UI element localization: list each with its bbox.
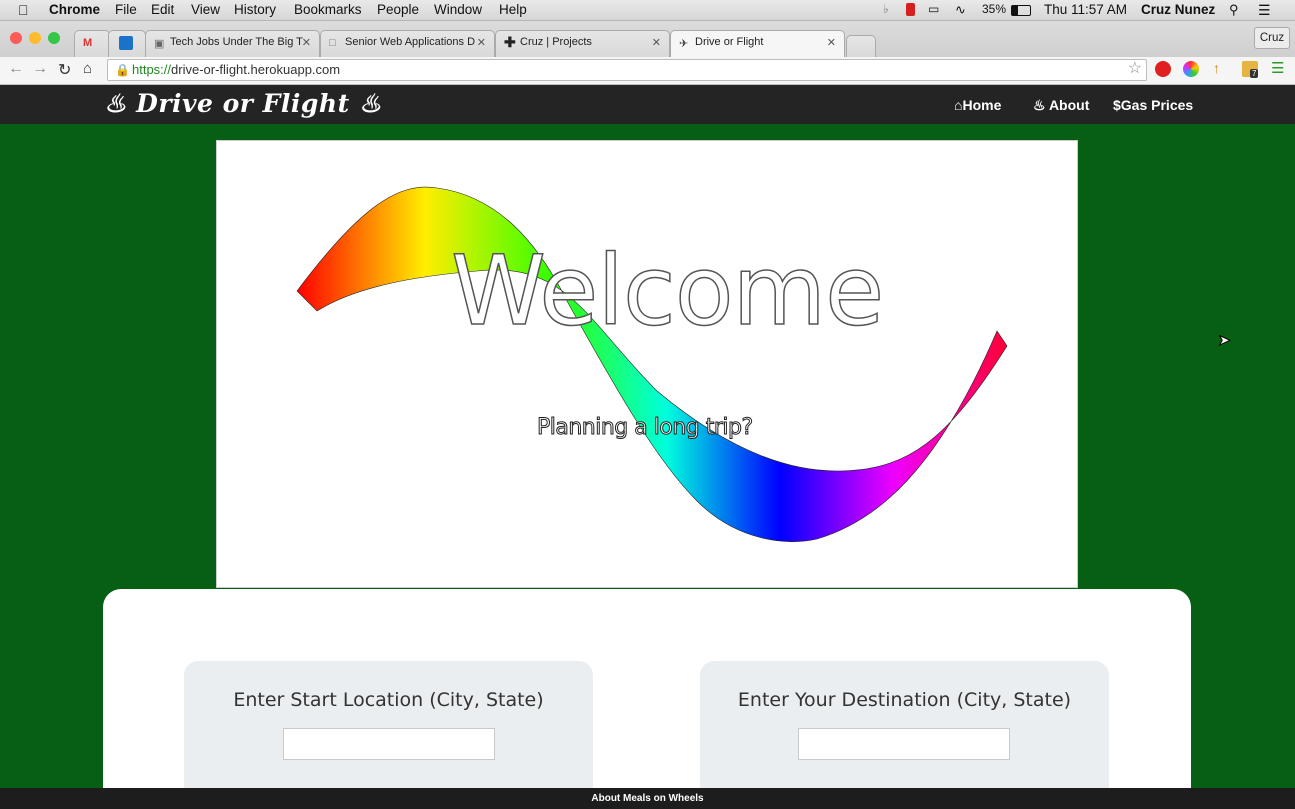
close-tab-icon[interactable]: ✕	[302, 36, 311, 49]
menu-file[interactable]: File	[115, 2, 137, 17]
address-bar[interactable]: 🔒 https://drive-or-flight.herokuapp.com …	[107, 59, 1147, 81]
hero-tagline: Planning a long trip?	[537, 415, 754, 441]
menu-app-chrome[interactable]: Chrome	[49, 2, 100, 17]
site-navbar: ♨ Drive or Flight ♨ ⌂Home ♨ About $Gas P…	[0, 85, 1295, 124]
brand-name: Drive or Flight	[136, 89, 350, 118]
tab-drive-or-flight[interactable]: ✈ Drive or Flight ✕	[670, 30, 845, 57]
gmail-icon: M	[83, 37, 93, 49]
rainbow-wave-graphic	[296, 186, 1008, 542]
ext-bookmark-icon[interactable]: ↑	[1213, 60, 1229, 76]
tab-title: Cruz | Projects	[520, 36, 592, 48]
url-text[interactable]: https://drive-or-flight.herokuapp.com	[132, 60, 340, 80]
mouse-cursor-icon: ➤	[1218, 332, 1232, 350]
tab-strip: M ▣ Tech Jobs Under The Big T ✕ □ Senior…	[0, 21, 1295, 57]
ext-badge: 7	[1250, 69, 1259, 78]
menu-edit[interactable]: Edit	[151, 2, 174, 17]
airplay-icon[interactable]: ▭	[928, 2, 939, 16]
menu-history[interactable]: History	[234, 2, 276, 17]
macos-menubar:  Chrome File Edit View History Bookmark…	[0, 0, 1295, 21]
page-favicon-icon: ▣	[154, 38, 165, 50]
notification-bell-icon[interactable]: ♭	[883, 2, 889, 16]
clock[interactable]: Thu 11:57 AM	[1044, 2, 1127, 17]
back-icon[interactable]: ←	[8, 60, 24, 78]
spotlight-search-icon[interactable]: ⚲	[1229, 2, 1239, 18]
battery-icon[interactable]	[1011, 5, 1031, 16]
tab-title: Senior Web Applications D	[345, 36, 476, 48]
hero-headline: Welcome	[450, 235, 885, 347]
menu-help[interactable]: Help	[499, 2, 527, 17]
airplane-icon: ✈	[679, 38, 689, 50]
lock-icon: 🔒	[115, 63, 130, 77]
browser-toolbar: ← → ↻ ⌂ 🔒 https://drive-or-flight.heroku…	[0, 57, 1295, 85]
url-host: drive-or-flight.herokuapp.com	[171, 62, 341, 77]
close-tab-icon[interactable]: ✕	[652, 36, 661, 49]
close-window-button[interactable]	[10, 32, 22, 44]
nav-home[interactable]: ⌂Home	[954, 97, 1001, 113]
destination-label: Enter Your Destination (City, State)	[737, 689, 1072, 711]
start-location-input[interactable]	[283, 728, 495, 760]
start-location-panel: Enter Start Location (City, State)	[184, 661, 593, 801]
new-tab-button[interactable]	[846, 35, 876, 57]
nav-about[interactable]: ♨ About	[1033, 97, 1089, 114]
flame-icon: ♨	[104, 89, 127, 118]
menu-view[interactable]: View	[191, 2, 220, 17]
tab-cruz-projects[interactable]: ✚ Cruz | Projects ✕	[495, 30, 670, 57]
tab-title: Drive or Flight	[695, 36, 764, 48]
menu-people[interactable]: People	[377, 2, 419, 17]
start-location-label: Enter Start Location (City, State)	[233, 689, 544, 711]
reload-icon[interactable]: ↻	[58, 60, 71, 80]
nav-about-label: About	[1048, 97, 1090, 113]
brand-logo[interactable]: ♨ Drive or Flight ♨	[104, 89, 382, 118]
flame-icon: ♨	[1033, 97, 1046, 113]
trip-form-card: Enter Start Location (City, State) Enter…	[103, 589, 1191, 809]
url-scheme: https://	[132, 62, 172, 77]
hero-banner: Welcome Planning a long trip?	[216, 140, 1078, 588]
notification-center-icon[interactable]: ☰	[1258, 2, 1271, 19]
nav-gas-prices[interactable]: $Gas Prices	[1113, 97, 1193, 113]
menu-window[interactable]: Window	[434, 2, 482, 17]
apple-icon[interactable]: 	[18, 2, 29, 18]
minimize-window-button[interactable]	[29, 32, 41, 44]
tab-title: Tech Jobs Under The Big T	[170, 36, 303, 48]
chrome-menu-icon[interactable]: ☰	[1271, 59, 1287, 77]
user-name[interactable]: Cruz Nunez	[1141, 2, 1215, 17]
destination-panel: Enter Your Destination (City, State)	[700, 661, 1109, 801]
home-button-icon[interactable]: ⌂	[83, 60, 92, 77]
tab-senior-web[interactable]: □ Senior Web Applications D ✕	[320, 30, 495, 57]
plus-icon: ✚	[504, 34, 516, 50]
ext-colorpicker-icon[interactable]	[1183, 61, 1199, 77]
wifi-icon[interactable]: ∿	[955, 2, 966, 18]
tab-gmail[interactable]: M	[74, 30, 110, 57]
nav-home-label: Home	[962, 97, 1002, 113]
footer-link[interactable]: About Meals on Wheels	[0, 788, 1295, 809]
nav-gas-label: Gas Prices	[1120, 97, 1194, 113]
ext-stack-icon[interactable]: 7	[1242, 61, 1259, 78]
zoom-window-button[interactable]	[48, 32, 60, 44]
app-status-icon[interactable]	[906, 3, 915, 16]
bookmark-star-icon[interactable]: ☆	[1128, 59, 1142, 79]
close-tab-icon[interactable]: ✕	[477, 36, 486, 49]
dollar-icon: $	[1113, 97, 1121, 113]
tab-pinned[interactable]	[108, 30, 146, 57]
close-tab-icon[interactable]: ✕	[827, 36, 836, 49]
document-icon: □	[329, 37, 336, 49]
forward-icon[interactable]: →	[32, 60, 48, 78]
ext-opera-icon[interactable]	[1155, 61, 1171, 77]
menu-bookmarks[interactable]: Bookmarks	[294, 2, 362, 17]
destination-input[interactable]	[798, 728, 1010, 760]
battery-percent: 35%	[982, 2, 1007, 16]
app-favicon-icon	[119, 36, 133, 50]
flame-icon: ♨	[358, 89, 382, 118]
tab-tech-jobs[interactable]: ▣ Tech Jobs Under The Big T ✕	[145, 30, 320, 57]
profile-button[interactable]: Cruz	[1254, 27, 1290, 49]
